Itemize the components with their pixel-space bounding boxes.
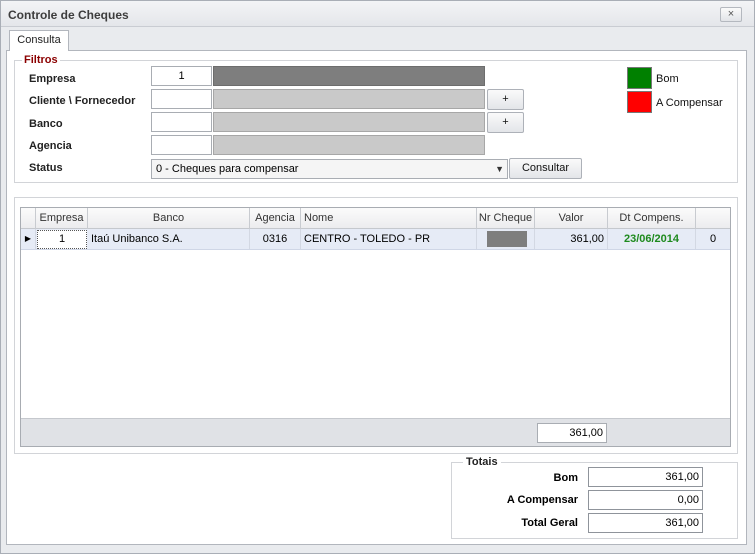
table-row[interactable]: ▶ 1 Itaú Unibanco S.A. 0316 CENTRO - TOL… — [21, 229, 730, 250]
empresa-label: Empresa — [29, 73, 76, 85]
close-button[interactable]: × — [720, 7, 742, 22]
total-a-compensar-label: A Compensar — [506, 494, 578, 506]
column-header-agencia[interactable]: Agencia — [250, 208, 301, 229]
row-selector-icon: ▶ — [21, 229, 36, 249]
totals-legend: Totais — [463, 456, 501, 468]
column-header-dt-compens[interactable]: Dt Compens. — [608, 208, 696, 229]
row-nr-cheque-cell[interactable] — [477, 229, 535, 249]
filters-legend: Filtros — [22, 54, 60, 66]
grid-header: Empresa Banco Agencia Nome Nr Cheque Val… — [21, 208, 730, 229]
cheques-grid[interactable]: Empresa Banco Agencia Nome Nr Cheque Val… — [20, 207, 731, 447]
cliente-fornecedor-label: Cliente \ Fornecedor — [29, 95, 136, 107]
close-icon: × — [727, 8, 735, 20]
row-extra-cell[interactable]: 0 — [696, 229, 730, 249]
chevron-down-icon: ▼ — [495, 164, 504, 174]
column-header-valor[interactable]: Valor — [535, 208, 608, 229]
add-cliente-button[interactable]: + — [487, 89, 524, 110]
status-select-value: 0 - Cheques para compensar — [156, 163, 299, 175]
banco-label: Banco — [29, 118, 63, 130]
tab-consulta[interactable]: Consulta — [9, 30, 69, 51]
column-header-nome[interactable]: Nome — [301, 208, 477, 229]
cliente-fornecedor-name-field — [213, 89, 485, 109]
legend-a-compensar-label: A Compensar — [656, 97, 723, 109]
row-indicator-header — [21, 208, 36, 229]
legend-bom-label: Bom — [656, 73, 679, 85]
agencia-name-field — [213, 135, 485, 155]
legend-bom-swatch — [627, 67, 652, 89]
agencia-input[interactable] — [151, 135, 212, 155]
consultar-button[interactable]: Consultar — [509, 158, 582, 179]
column-header-extra[interactable] — [696, 208, 730, 229]
empresa-input[interactable]: 1 — [151, 66, 212, 86]
row-valor-cell[interactable]: 361,00 — [535, 229, 608, 249]
column-header-nr-cheque[interactable]: Nr Cheque — [477, 208, 535, 229]
total-bom-value: 361,00 — [588, 467, 703, 487]
grid-footer: 361,00 — [21, 418, 730, 446]
total-bom-label: Bom — [553, 472, 578, 484]
total-geral-label: Total Geral — [521, 517, 578, 529]
row-dt-compens-cell[interactable]: 23/06/2014 — [608, 229, 696, 249]
agencia-label: Agencia — [29, 140, 72, 152]
empresa-name-field — [213, 66, 485, 86]
row-banco-cell[interactable]: Itaú Unibanco S.A. — [88, 229, 250, 249]
window-title: Controle de Cheques — [8, 8, 129, 22]
column-header-banco[interactable]: Banco — [88, 208, 250, 229]
add-banco-button[interactable]: + — [487, 112, 524, 133]
total-a-compensar-value: 0,00 — [588, 490, 703, 510]
row-nome-cell[interactable]: CENTRO - TOLEDO - PR — [301, 229, 477, 249]
grid-footer-total: 361,00 — [537, 423, 607, 443]
status-label: Status — [29, 162, 63, 174]
status-select[interactable]: 0 - Cheques para compensar ▼ — [151, 159, 508, 179]
row-agencia-cell[interactable]: 0316 — [250, 229, 301, 249]
title-bar: Controle de Cheques × — [1, 1, 754, 27]
cliente-fornecedor-input[interactable] — [151, 89, 212, 109]
banco-input[interactable] — [151, 112, 212, 132]
nr-cheque-value — [487, 231, 527, 247]
legend-a-compensar-swatch — [627, 91, 652, 113]
total-geral-value: 361,00 — [588, 513, 703, 533]
row-empresa-cell[interactable]: 1 — [37, 230, 87, 249]
banco-name-field — [213, 112, 485, 132]
column-header-empresa[interactable]: Empresa — [36, 208, 88, 229]
